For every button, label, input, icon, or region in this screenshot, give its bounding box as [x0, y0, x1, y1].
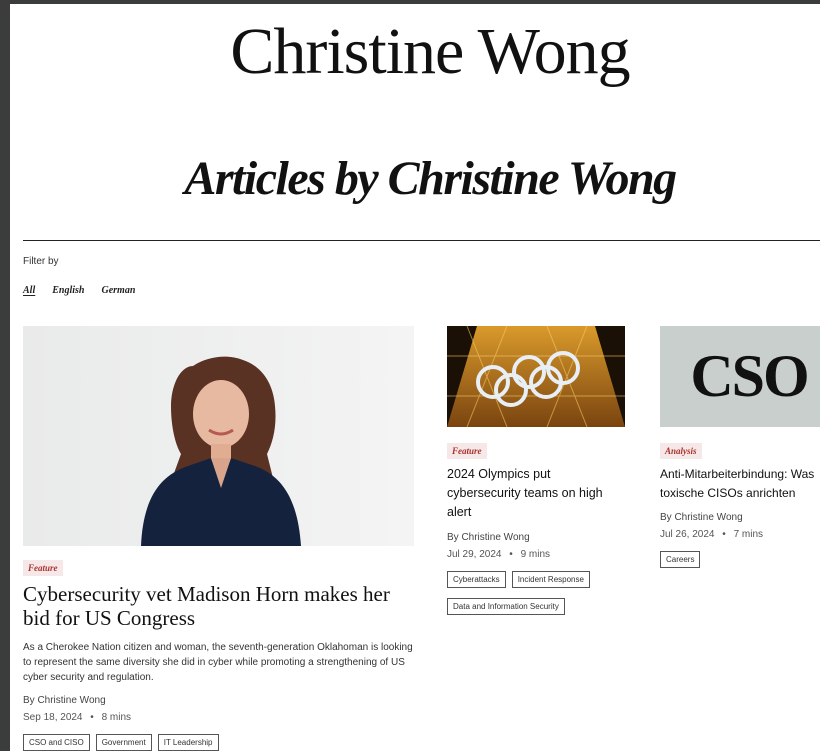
article-byline[interactable]: By Christine Wong	[447, 532, 627, 543]
article-headline[interactable]: 2024 Olympics put cybersecurity teams on…	[447, 465, 627, 522]
topic-chip[interactable]: Government	[95, 734, 152, 751]
page: Christine Wong Articles by Christine Won…	[10, 4, 820, 751]
page-heading: Articles by Christine Wong	[184, 152, 677, 205]
article-date: Jul 29, 2024	[447, 549, 502, 560]
topic-chip[interactable]: Cyberattacks	[447, 571, 506, 588]
topic-chip[interactable]: Data and Information Security	[447, 598, 565, 615]
filter-all[interactable]: All	[23, 285, 35, 296]
filter-english[interactable]: English	[52, 285, 84, 296]
article-byline[interactable]: By Christine Wong	[23, 695, 415, 706]
language-filter: All English German	[23, 285, 135, 296]
topic-chip[interactable]: IT Leadership	[157, 734, 219, 751]
article-card-featured: Feature Cybersecurity vet Madison Horn m…	[23, 326, 415, 751]
article-image[interactable]	[447, 326, 625, 427]
article-meta: Jul 26, 2024 • 7 mins	[660, 529, 820, 540]
article-date: Jul 26, 2024	[660, 529, 715, 540]
article-byline[interactable]: By Christine Wong	[660, 512, 820, 523]
article-meta: Sep 18, 2024 • 8 mins	[23, 712, 415, 723]
article-tag: Feature	[23, 560, 63, 576]
author-name: Christine Wong	[230, 15, 630, 88]
article-image[interactable]: CSO	[660, 326, 820, 427]
article-card: Feature 2024 Olympics put cybersecurity …	[447, 326, 627, 615]
article-date: Sep 18, 2024	[23, 712, 83, 723]
cso-logo: CSO	[690, 343, 809, 409]
topic-list: CSO and CISO Government IT Leadership	[23, 734, 415, 751]
article-meta: Jul 29, 2024 • 9 mins	[447, 549, 627, 560]
read-time: 8 mins	[101, 712, 132, 723]
read-time: 7 mins	[733, 529, 764, 540]
filter-german[interactable]: German	[101, 285, 135, 296]
article-image[interactable]	[23, 326, 414, 546]
topic-list: Careers	[660, 551, 820, 568]
topic-chip[interactable]: Incident Response	[511, 571, 590, 588]
article-headline[interactable]: Cybersecurity vet Madison Horn makes her…	[23, 582, 415, 630]
article-headline[interactable]: Anti-Mitarbeiterbindung: Was toxische CI…	[660, 465, 820, 503]
topic-chip[interactable]: CSO and CISO	[23, 734, 90, 751]
topic-chip[interactable]: Careers	[660, 551, 701, 568]
divider	[23, 240, 820, 241]
article-tag: Analysis	[660, 443, 702, 459]
article-tag: Feature	[447, 443, 487, 459]
article-card: CSO Analysis Anti-Mitarbeiterbindung: Wa…	[660, 326, 820, 568]
filter-label: Filter by	[23, 256, 59, 267]
bullet-separator: •	[722, 529, 726, 540]
olympic-rings-photo	[447, 326, 625, 427]
bullet-separator: •	[509, 549, 513, 560]
read-time: 9 mins	[520, 549, 551, 560]
article-teaser: As a Cherokee Nation citizen and woman, …	[23, 642, 413, 683]
bullet-separator: •	[90, 712, 94, 723]
topic-list: Cyberattacks Incident Response Data and …	[447, 571, 627, 615]
portrait-photo	[141, 356, 301, 546]
